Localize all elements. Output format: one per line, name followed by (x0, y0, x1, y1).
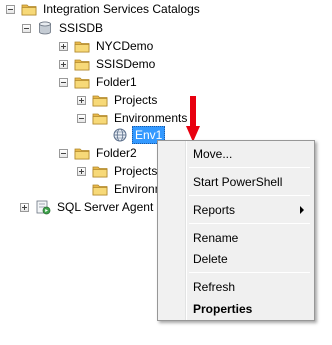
expand-icon[interactable] (77, 166, 86, 176)
expand-icon[interactable] (59, 41, 68, 51)
folder-icon (92, 110, 108, 126)
folder-icon (74, 38, 90, 54)
folder-icon (74, 56, 90, 72)
tree-node-label: NYCDemo (96, 39, 154, 53)
menu-item-delete[interactable]: Delete (187, 249, 312, 269)
tree-node-folder2[interactable]: Folder2 (59, 144, 139, 162)
annotation-arrow-icon (186, 96, 200, 142)
menu-separator (189, 195, 310, 196)
tree-node-label: Integration Services Catalogs (43, 2, 200, 16)
menu-item-label: Reports (193, 203, 236, 217)
expand-icon[interactable] (20, 202, 29, 212)
tree-node-ssisdemo[interactable]: SSISDemo (59, 55, 157, 73)
tree-node-integration-services-catalogs[interactable]: Integration Services Catalogs (6, 0, 202, 18)
menu-item-start-powershell[interactable]: Start PowerShell (187, 172, 312, 192)
menu-gutter (158, 141, 186, 320)
tree-node-label: SQL Server Agent (57, 200, 154, 214)
agent-icon (35, 199, 51, 215)
tree-node-nycdemo[interactable]: NYCDemo (59, 37, 155, 55)
tree-node-label: Environments (114, 111, 188, 125)
tree-node-folder1[interactable]: Folder1 (59, 73, 139, 91)
collapse-icon[interactable] (59, 148, 68, 158)
folder-icon (74, 74, 90, 90)
tree-node-label: SSISDB (59, 21, 104, 35)
menu-separator (189, 223, 310, 224)
menu-item-move[interactable]: Move... (187, 144, 312, 164)
tree-node-label: Folder2 (96, 146, 137, 160)
folder-icon (92, 92, 108, 108)
tree-node-ssisdb[interactable]: SSISDB (22, 19, 105, 37)
folder-icon (74, 145, 90, 161)
submenu-arrow-icon (300, 206, 304, 214)
menu-item-properties[interactable]: Properties (187, 299, 312, 319)
tree-node-label: Projects (114, 164, 158, 178)
menu-separator (189, 167, 310, 168)
collapse-icon[interactable] (59, 77, 68, 87)
tree-node-environments[interactable]: Environments (77, 109, 189, 127)
context-menu: Move... Start PowerShell Reports Rename … (157, 140, 315, 321)
expand-icon[interactable] (77, 95, 86, 105)
tree-node-label: Folder1 (96, 75, 137, 89)
environment-globe-icon (112, 127, 128, 143)
collapse-icon[interactable] (22, 23, 31, 33)
tree-node-label: Projects (114, 93, 158, 107)
tree-node-label: SSISDemo (96, 57, 156, 71)
folder-icon (92, 181, 108, 197)
folder-icon (92, 163, 108, 179)
menu-separator (189, 272, 310, 273)
expand-icon[interactable] (59, 59, 68, 69)
menu-item-refresh[interactable]: Refresh (187, 277, 312, 297)
folder-icon (21, 1, 37, 17)
database-icon (37, 20, 53, 36)
collapse-icon[interactable] (6, 4, 15, 14)
tree-node-sql-server-agent[interactable]: SQL Server Agent (20, 198, 155, 216)
collapse-icon[interactable] (77, 113, 86, 123)
tree-node-projects[interactable]: Projects (77, 91, 159, 109)
tree-node-projects[interactable]: Projects (77, 162, 159, 180)
menu-item-reports[interactable]: Reports (187, 200, 312, 220)
menu-item-rename[interactable]: Rename (187, 228, 312, 248)
